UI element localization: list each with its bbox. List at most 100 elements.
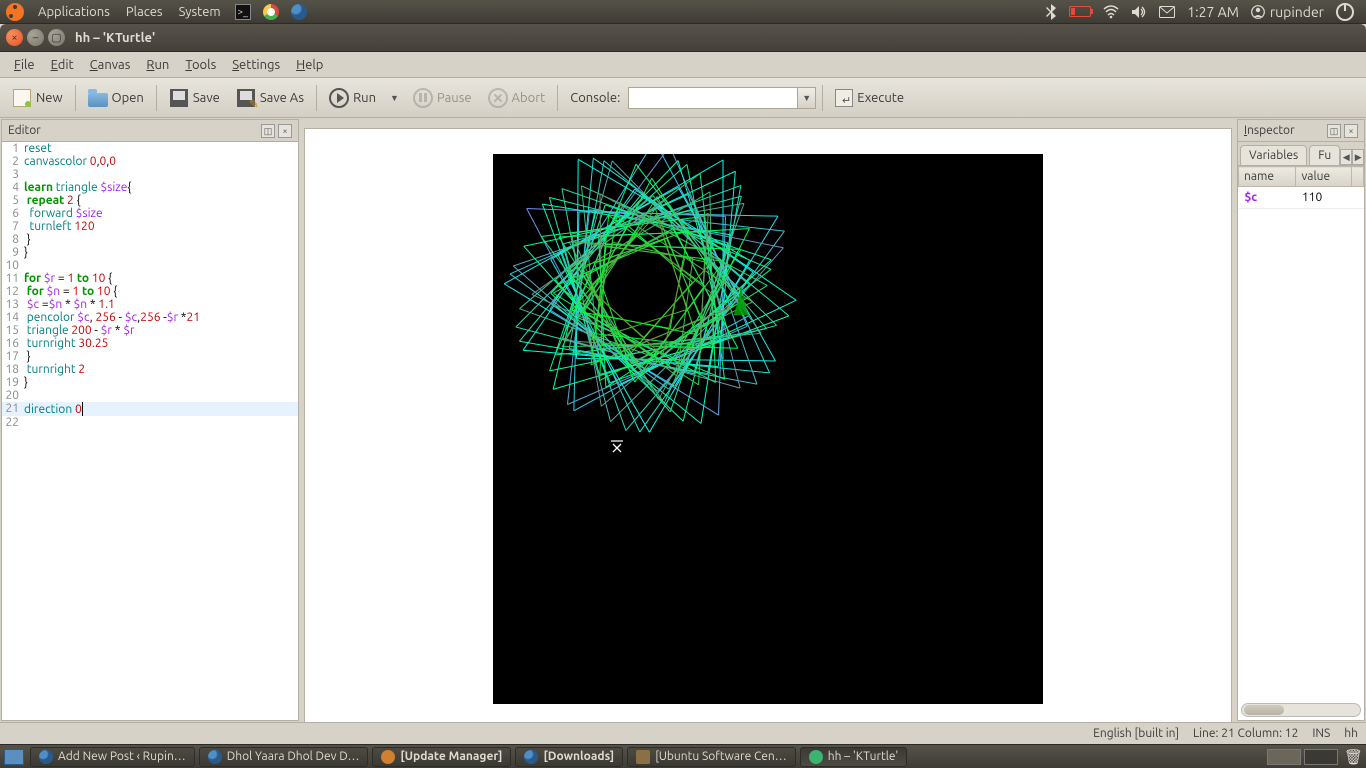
statusbar: English [built in] Line: 21 Column: 12 I… (0, 722, 1366, 744)
code-line[interactable]: 15 triangle 200 - $r * $r (2, 324, 298, 337)
inspector-detach-button[interactable]: ◫ (1327, 124, 1341, 138)
ubuntu-logo-icon[interactable] (6, 3, 24, 21)
system-menu[interactable]: System (171, 5, 229, 19)
code-line[interactable]: 1reset (2, 142, 298, 155)
menu-run[interactable]: Run (138, 55, 177, 75)
taskbar-task[interactable]: Dhol Yaara Dhol Dev D… (199, 747, 369, 767)
code-line[interactable]: 11for $r = 1 to 10 { (2, 272, 298, 285)
execute-button[interactable]: Execute (829, 86, 910, 110)
code-line[interactable]: 20 (2, 389, 298, 402)
editor-detach-button[interactable]: ◫ (261, 124, 275, 138)
console-input[interactable] (628, 87, 798, 109)
inspector-panel-header: Inspector ◫ × (1238, 120, 1364, 142)
editor-panel-header: Editor ◫ × (2, 120, 298, 142)
open-button[interactable]: Open (82, 85, 150, 111)
save-button[interactable]: Save (163, 85, 226, 111)
run-button[interactable]: Run (323, 85, 382, 111)
code-line[interactable]: 2canvascolor 0,0,0 (2, 155, 298, 168)
editor-close-button[interactable]: × (278, 124, 292, 138)
code-line[interactable]: 22 (2, 416, 298, 429)
code-line[interactable]: 3 (2, 168, 298, 181)
show-desktop-button[interactable] (4, 749, 24, 765)
taskbar-task[interactable]: [Update Manager] (372, 747, 511, 767)
window-close-button[interactable]: × (6, 29, 23, 46)
trash-icon[interactable]: 🗑 (1344, 748, 1362, 766)
bluetooth-icon[interactable] (1039, 4, 1063, 20)
code-line[interactable]: 9} (2, 246, 298, 259)
inspector-tabs: Variables Fu ◀ ▶ (1238, 142, 1364, 166)
tab-scroll-right-button[interactable]: ▶ (1352, 149, 1364, 165)
run-label: Run (353, 91, 376, 105)
code-line[interactable]: 5 repeat 2 { (2, 194, 298, 207)
run-icon (329, 88, 349, 108)
terminal-launcher-icon[interactable]: >_ (229, 4, 257, 20)
code-line[interactable]: 19} (2, 376, 298, 389)
code-line[interactable]: 12 for $n = 1 to 10 { (2, 285, 298, 298)
run-menu-button[interactable]: ▼ (386, 90, 403, 106)
code-line[interactable]: 8 } (2, 233, 298, 246)
status-file: hh (1344, 727, 1358, 740)
network-icon[interactable] (1097, 5, 1125, 19)
taskbar-task[interactable]: [Downloads] (515, 747, 623, 767)
window-minimize-button[interactable]: – (27, 29, 44, 46)
open-icon (88, 93, 108, 107)
battery-icon[interactable] (1063, 6, 1097, 17)
execute-label: Execute (857, 91, 904, 105)
menu-settings[interactable]: Settings (224, 55, 288, 75)
code-line[interactable]: 17 } (2, 350, 298, 363)
menu-edit[interactable]: Edit (43, 55, 82, 75)
inspector-title: Inspector (1244, 124, 1295, 137)
volume-icon[interactable] (1125, 5, 1153, 19)
tab-variables[interactable]: Variables (1240, 145, 1307, 165)
col-extra[interactable] (1352, 167, 1364, 187)
workspace-1[interactable] (1267, 749, 1301, 765)
tab-functions[interactable]: Fu (1309, 145, 1340, 165)
new-button[interactable]: New (6, 85, 69, 111)
menu-help[interactable]: Help (288, 55, 331, 75)
code-line[interactable]: 14 pencolor $c, 256 - $c,256 -$r *21 (2, 311, 298, 324)
code-line[interactable]: 6 forward $size (2, 207, 298, 220)
save-as-button[interactable]: Save As (230, 85, 310, 111)
user-menu[interactable]: rupinder (1245, 4, 1330, 20)
canvas-panel (300, 118, 1236, 722)
status-lang: English [built in] (1093, 727, 1179, 740)
code-editor[interactable]: 1reset2canvascolor 0,0,034learn triangle… (2, 142, 298, 720)
variables-table: namevalue $c110 (1238, 166, 1364, 209)
code-line[interactable]: 18 turnright 2 (2, 363, 298, 376)
table-row[interactable]: $c110 (1239, 187, 1364, 209)
col-name[interactable]: name (1239, 167, 1296, 187)
inspector-body: namevalue $c110 (1238, 166, 1364, 720)
code-line[interactable]: 10 (2, 259, 298, 272)
window-maximize-button[interactable]: ▢ (48, 29, 65, 46)
code-line[interactable]: 13 $c =$n * $n * 1.1 (2, 298, 298, 311)
chromium-launcher-icon[interactable] (257, 4, 285, 20)
inspector-close-button[interactable]: × (1344, 124, 1358, 138)
save-as-icon (237, 89, 255, 107)
menu-file[interactable]: File (6, 55, 43, 75)
menu-tools[interactable]: Tools (177, 55, 224, 75)
firefox-launcher-icon[interactable] (285, 4, 313, 20)
places-menu[interactable]: Places (118, 5, 171, 19)
mail-icon[interactable] (1153, 6, 1181, 18)
abort-icon (488, 88, 508, 108)
shutdown-icon[interactable] (1330, 3, 1360, 21)
col-value[interactable]: value (1296, 167, 1352, 187)
status-ins: INS (1312, 727, 1330, 740)
code-line[interactable]: 16 turnright 30.25 (2, 337, 298, 350)
inspector-hscrollbar[interactable] (1241, 703, 1361, 717)
window-titlebar[interactable]: × – ▢ hh – 'KTurtle' (0, 24, 1366, 52)
taskbar-task[interactable]: Add New Post ‹ Rupin… (30, 747, 195, 767)
code-line[interactable]: 7 turnleft 120 (2, 220, 298, 233)
tab-scroll-left-button[interactable]: ◀ (1340, 149, 1352, 165)
menu-canvas[interactable]: Canvas (82, 55, 139, 75)
abort-label: Abort (512, 91, 546, 105)
console-dropdown-button[interactable]: ▼ (798, 87, 816, 109)
clock[interactable]: 1:27 AM (1181, 4, 1245, 20)
taskbar-task[interactable]: hh – 'KTurtle' (800, 747, 908, 767)
code-line[interactable]: 21direction 0 (2, 402, 298, 416)
taskbar-task[interactable]: [Ubuntu Software Cen… (627, 747, 796, 767)
editor-title: Editor (8, 124, 41, 137)
workspace-2[interactable] (1304, 749, 1338, 765)
applications-menu[interactable]: Applications (30, 5, 118, 19)
code-line[interactable]: 4learn triangle $size{ (2, 181, 298, 194)
